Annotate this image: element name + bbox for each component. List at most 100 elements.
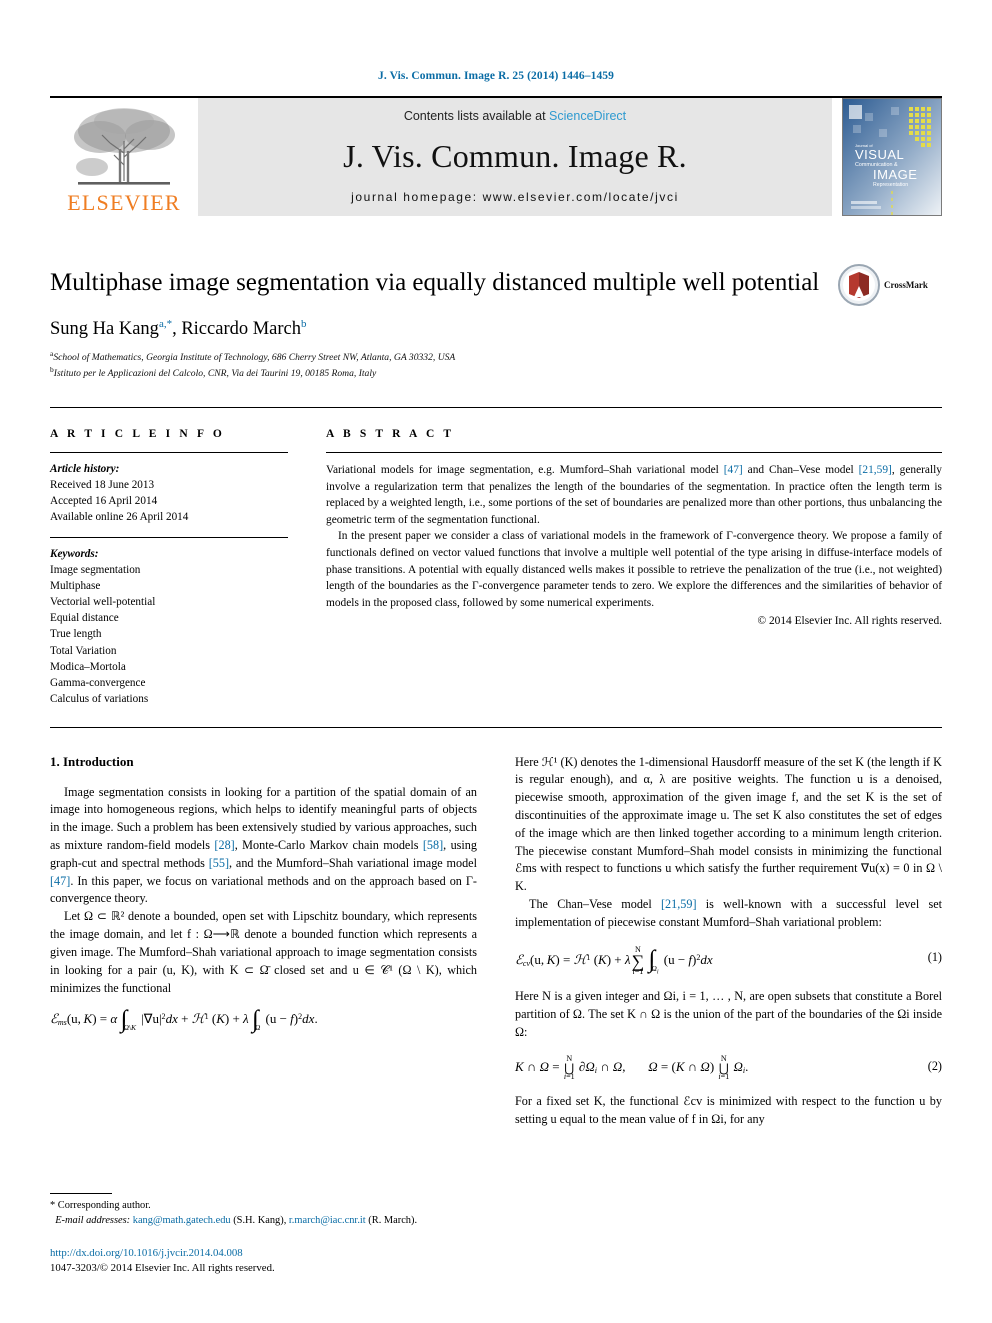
citation-ref[interactable]: [21,59] bbox=[859, 464, 892, 476]
right-column: Here ℋ¹ (K) denotes the 1-dimensional Ha… bbox=[515, 754, 942, 1129]
equation-1: ℰcv(u, K) = ℋ1 (K) + λ N ∑ i=1 ∫Ωi (u − f)2… bbox=[515, 944, 942, 976]
corresponding-author-note: * Corresponding author. bbox=[50, 1199, 151, 1211]
right-p2-a: The Chan–Vese model bbox=[529, 897, 661, 912]
crossmark-label: CrossMark bbox=[884, 280, 928, 290]
abstract-copyright: © 2014 Elsevier Inc. All rights reserved… bbox=[757, 615, 942, 628]
equation-2: K ∩ Ω = N ⋃ i=1 ∂Ωi ∩ Ω, Ω = (K ∩ Ω) N ⋃ i=1… bbox=[515, 1055, 942, 1081]
equation-1-number: (1) bbox=[927, 949, 942, 964]
page-title: Multiphase image segmentation via equall… bbox=[50, 269, 820, 296]
elsevier-logo: ELSEVIER bbox=[50, 98, 198, 216]
keyword-item: Gamma-convergence bbox=[50, 676, 146, 689]
right-paragraph-2: The Chan–Vese model [21,59] is well-know… bbox=[515, 896, 942, 932]
keyword-item: Vectorial well-potential bbox=[50, 596, 156, 609]
issn-copyright: 1047-3203/© 2014 Elsevier Inc. All right… bbox=[50, 1262, 275, 1275]
email-link-march[interactable]: r.march@iac.cnr.it bbox=[289, 1215, 366, 1226]
keywords-label: Keywords: bbox=[50, 548, 99, 561]
keyword-item: Calculus of variations bbox=[50, 692, 149, 705]
history-item: Available online 26 April 2014 bbox=[50, 511, 189, 524]
equation-1-text: ℰcv(u, K) = ℋ1 (K) + λ N ∑ i=1 ∫Ωi (u − f)2… bbox=[515, 944, 713, 976]
citation-ref[interactable]: [47] bbox=[724, 464, 743, 476]
keyword-item: Total Variation bbox=[50, 644, 117, 657]
equation-mumford-shah: ℰms(u, K) = α ∫Ω\K |∇u|2dx + ℋ1 (K) + λ … bbox=[50, 1005, 477, 1035]
journal-cover-artwork: Journal of VISUAL Communication & IMAGE … bbox=[843, 99, 941, 215]
right-paragraph-4: For a fixed set K, the functional ℰcv is… bbox=[515, 1094, 942, 1127]
right-paragraph-1: Here ℋ¹ (K) denotes the 1-dimensional Ha… bbox=[515, 754, 942, 894]
email-addresses-label: E-mail addresses: bbox=[55, 1215, 131, 1227]
right-paragraph-3: Here N is a given integer and Ωi, i = 1,… bbox=[515, 989, 942, 1039]
affiliation-b-text: Istituto per le Applicazioni del Calcolo… bbox=[53, 368, 377, 380]
elsevier-wordmark: ELSEVIER bbox=[67, 190, 181, 215]
affiliations: aSchool of Mathematics, Georgia Institut… bbox=[50, 349, 832, 381]
journal-homepage-line[interactable]: journal homepage: www.elsevier.com/locat… bbox=[351, 190, 679, 204]
intro-p1-e: . In this paper, we focus on variational… bbox=[50, 873, 477, 906]
right-column-text-mid: Here N is a given integer and Ωi, i = 1,… bbox=[515, 988, 942, 1041]
intro-p1-b: , Monte-Carlo Markov chain models bbox=[234, 838, 423, 852]
contents-lists-prefix: Contents lists available at bbox=[403, 109, 550, 123]
email-link-kang[interactable]: kang@math.gatech.edu bbox=[133, 1215, 231, 1226]
left-column: 1. Introduction Image segmentation consi… bbox=[50, 754, 477, 1129]
keyword-item: True length bbox=[50, 628, 102, 641]
intro-paragraph-1: Image segmentation consists in looking f… bbox=[50, 784, 477, 909]
affiliation-a: aSchool of Mathematics, Georgia Institut… bbox=[50, 349, 832, 365]
article-info-rule bbox=[50, 452, 288, 454]
keyword-item: Modica–Mortola bbox=[50, 660, 126, 673]
keyword-item: Image segmentation bbox=[50, 564, 141, 577]
masthead-center: Contents lists available at ScienceDirec… bbox=[198, 98, 832, 216]
citation-ref[interactable]: [28] bbox=[214, 838, 234, 852]
citation-ref[interactable]: [58] bbox=[423, 838, 443, 852]
abstract-paragraph-2: In the present paper we consider a class… bbox=[326, 530, 942, 609]
author-name-1: Sung Ha Kang bbox=[50, 319, 159, 340]
keyword-item: Equial distance bbox=[50, 612, 119, 625]
history-item: Received 18 June 2013 bbox=[50, 479, 155, 492]
intro-p1-d: , and the Mumford–Shah variational image… bbox=[229, 855, 477, 870]
abstract-column: A B S T R A C T Variational models for i… bbox=[326, 428, 942, 706]
elsevier-tree-icon bbox=[74, 108, 175, 185]
footnote-rule bbox=[50, 1192, 112, 1194]
abstract-body: Variational models for image segmentatio… bbox=[326, 462, 942, 611]
abstract-p1-a: Variational models for image segmentatio… bbox=[326, 464, 724, 477]
equation-2-text: K ∩ Ω = N ⋃ i=1 ∂Ωi ∩ Ω, Ω = (K ∩ Ω) N ⋃ i=1… bbox=[515, 1054, 749, 1082]
author-separator: , bbox=[172, 319, 182, 340]
abstract-heading: A B S T R A C T bbox=[326, 428, 455, 441]
sciencedirect-link[interactable]: ScienceDirect bbox=[549, 109, 626, 123]
citation-ref[interactable]: [55] bbox=[209, 856, 229, 870]
email-addresses-note: E-mail addresses: kang@math.gatech.edu (… bbox=[50, 1213, 454, 1229]
abstract-rule bbox=[326, 452, 942, 454]
body-divider-rule bbox=[50, 726, 942, 728]
equation-2-number: (2) bbox=[927, 1059, 942, 1074]
article-info-heading: A R T I C L E I N F O bbox=[50, 428, 225, 441]
journal-masthead: ELSEVIER Contents lists available at Sci… bbox=[50, 96, 942, 216]
affiliation-a-text: School of Mathematics, Georgia Institute… bbox=[53, 352, 456, 364]
info-abstract-section: A R T I C L E I N F O Article history: R… bbox=[50, 407, 942, 706]
author-name-2: Riccardo March bbox=[181, 319, 302, 340]
cover-line1: VISUAL bbox=[855, 147, 904, 162]
citation-ref[interactable]: [21,59] bbox=[661, 897, 697, 911]
citation-ref[interactable]: [47] bbox=[50, 874, 70, 888]
crossmark-icon[interactable] bbox=[838, 264, 880, 306]
article-info-column: A R T I C L E I N F O Article history: R… bbox=[50, 428, 288, 706]
email-owner-1: (S.H. Kang), bbox=[230, 1215, 289, 1227]
footnote-block: * Corresponding author. E-mail addresses… bbox=[50, 1192, 454, 1278]
journal-cover-thumbnail: Journal of VISUAL Communication & IMAGE … bbox=[842, 98, 942, 216]
intro-paragraph-2: Let Ω ⊂ ℝ² denote a bounded, open set wi… bbox=[50, 909, 477, 995]
cover-line3: IMAGE bbox=[873, 167, 917, 182]
journal-title: J. Vis. Commun. Image R. bbox=[343, 138, 687, 174]
history-item: Accepted 16 April 2014 bbox=[50, 495, 158, 508]
imprint-block: http://dx.doi.org/10.1016/j.jvcir.2014.0… bbox=[50, 1246, 454, 1277]
doi-link[interactable]: http://dx.doi.org/10.1016/j.jvcir.2014.0… bbox=[50, 1246, 454, 1262]
equation-mumford-shah-text: ℰms(u, K) = α ∫Ω\K |∇u|2dx + ℋ1 (K) + λ … bbox=[50, 1005, 318, 1033]
keyword-item: Multiphase bbox=[50, 580, 101, 593]
author-2-marks[interactable]: b bbox=[301, 318, 307, 330]
article-history: Article history: Received 18 June 2013 A… bbox=[50, 461, 288, 525]
keywords-rule bbox=[50, 537, 288, 539]
cover-line4: Representation bbox=[873, 182, 908, 188]
crossmark-badge[interactable]: CrossMark bbox=[838, 264, 942, 306]
article-page: J. Vis. Commun. Image R. 25 (2014) 1446–… bbox=[0, 0, 992, 1323]
contents-lists-line: Contents lists available at ScienceDirec… bbox=[404, 109, 626, 123]
title-block: Multiphase image segmentation via equall… bbox=[50, 264, 942, 381]
body-columns: 1. Introduction Image segmentation consi… bbox=[50, 754, 942, 1129]
email-owner-2: (R. March). bbox=[365, 1215, 418, 1227]
left-column-text: Image segmentation consists in looking f… bbox=[50, 784, 477, 998]
author-list: Sung Ha Kanga,*, Riccardo Marchb bbox=[50, 318, 832, 340]
author-1-marks[interactable]: a,* bbox=[159, 318, 172, 330]
